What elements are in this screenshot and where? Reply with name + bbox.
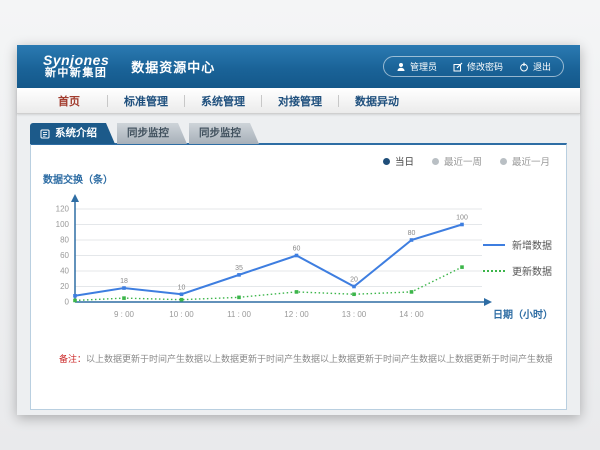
dotted-line-icon: [483, 270, 505, 272]
y-axis-title: 数据交换（条）: [43, 171, 113, 186]
edit-icon: [453, 62, 463, 72]
svg-text:60: 60: [60, 251, 69, 260]
nav-item-system-mgmt[interactable]: 系统管理: [185, 93, 261, 109]
power-icon: [519, 62, 529, 72]
main-nav: 首页 标准管理 系统管理 对接管理 数据异动: [17, 88, 580, 114]
solid-line-icon: [483, 244, 505, 246]
chart-legend: 新增数据 更新数据: [483, 237, 552, 278]
tab-sync-monitor-1[interactable]: 同步监控: [117, 123, 187, 144]
document-icon: [40, 129, 50, 139]
svg-text:100: 100: [456, 215, 468, 222]
footnote-prefix: 备注：: [59, 354, 86, 364]
radio-label: 当日: [395, 154, 414, 168]
content-area: 系统介绍 同步监控 同步监控 当日 最近一周 最近一月 数据交换: [17, 114, 580, 415]
radio-label: 最近一月: [512, 154, 550, 168]
nav-item-data-change[interactable]: 数据异动: [339, 93, 415, 109]
svg-text:80: 80: [408, 230, 416, 237]
user-menu-button[interactable]: 管理员: [396, 60, 437, 73]
logout-button[interactable]: 退出: [519, 60, 551, 73]
page-title: 数据资源中心: [131, 57, 215, 76]
legend-item-updated-data[interactable]: 更新数据: [483, 263, 552, 278]
svg-text:120: 120: [56, 205, 70, 214]
footnote-text: 以上数据更新于时间产生数据以上数据更新于时间产生数据以上数据更新于时间产生数据以…: [86, 354, 552, 364]
svg-text:14 : 00: 14 : 00: [399, 310, 424, 319]
nav-item-interface-mgmt[interactable]: 对接管理: [262, 93, 338, 109]
radio-dot-icon: [432, 158, 439, 165]
range-filter: 当日 最近一周 最近一月: [383, 154, 550, 168]
footnote: 备注：以上数据更新于时间产生数据以上数据更新于时间产生数据以上数据更新于时间产生…: [59, 352, 552, 365]
username-label: 管理员: [410, 60, 437, 73]
chart-panel: 当日 最近一周 最近一月 数据交换（条） 0 20 40 60 80 100 120 9 : …: [30, 143, 567, 410]
tab-label: 系统介绍: [55, 123, 97, 144]
svg-text:40: 40: [60, 267, 69, 276]
svg-text:10: 10: [178, 284, 186, 291]
user-toolbar: 管理员 修改密码 退出: [383, 56, 564, 77]
change-password-button[interactable]: 修改密码: [453, 60, 503, 73]
user-icon: [396, 62, 406, 72]
svg-text:18: 18: [120, 278, 128, 285]
radio-dot-icon: [383, 158, 390, 165]
svg-text:0: 0: [65, 298, 70, 307]
radio-today[interactable]: 当日: [383, 154, 414, 168]
legend-label: 新增数据: [512, 237, 552, 252]
tab-bar: 系统介绍 同步监控 同步监控: [30, 123, 259, 144]
radio-last-week[interactable]: 最近一周: [432, 154, 482, 168]
brand-logo: Synjones 新中新集团: [43, 53, 109, 79]
legend-item-new-data[interactable]: 新增数据: [483, 237, 552, 252]
radio-label: 最近一周: [444, 154, 482, 168]
app-window: Synjones 新中新集团 数据资源中心 管理员 修改密码: [17, 45, 580, 415]
brand-logo-name: Synjones: [43, 53, 109, 68]
svg-text:13 : 00: 13 : 00: [342, 310, 367, 319]
brand-logo-cn: 新中新集团: [43, 68, 109, 80]
svg-text:60: 60: [293, 246, 301, 253]
tab-sync-monitor-2[interactable]: 同步监控: [189, 123, 259, 144]
svg-text:12 : 00: 12 : 00: [284, 310, 309, 319]
svg-text:80: 80: [60, 236, 69, 245]
logout-label: 退出: [533, 60, 551, 73]
radio-last-month[interactable]: 最近一月: [500, 154, 550, 168]
change-password-label: 修改密码: [467, 60, 503, 73]
nav-item-home[interactable]: 首页: [31, 93, 107, 109]
svg-text:10 : 00: 10 : 00: [169, 310, 194, 319]
tab-system-intro[interactable]: 系统介绍: [30, 123, 115, 144]
svg-text:20: 20: [350, 277, 358, 284]
svg-text:100: 100: [56, 220, 70, 229]
svg-text:35: 35: [235, 265, 243, 272]
svg-text:11 : 00: 11 : 00: [227, 310, 251, 319]
svg-text:9 : 00: 9 : 00: [114, 310, 135, 319]
nav-item-standard-mgmt[interactable]: 标准管理: [108, 93, 184, 109]
radio-dot-icon: [500, 158, 507, 165]
header: Synjones 新中新集团 数据资源中心 管理员 修改密码: [17, 45, 580, 88]
legend-label: 更新数据: [512, 263, 552, 278]
svg-text:20: 20: [60, 282, 69, 291]
svg-text:日期（小时）: 日期（小时）: [493, 308, 553, 321]
